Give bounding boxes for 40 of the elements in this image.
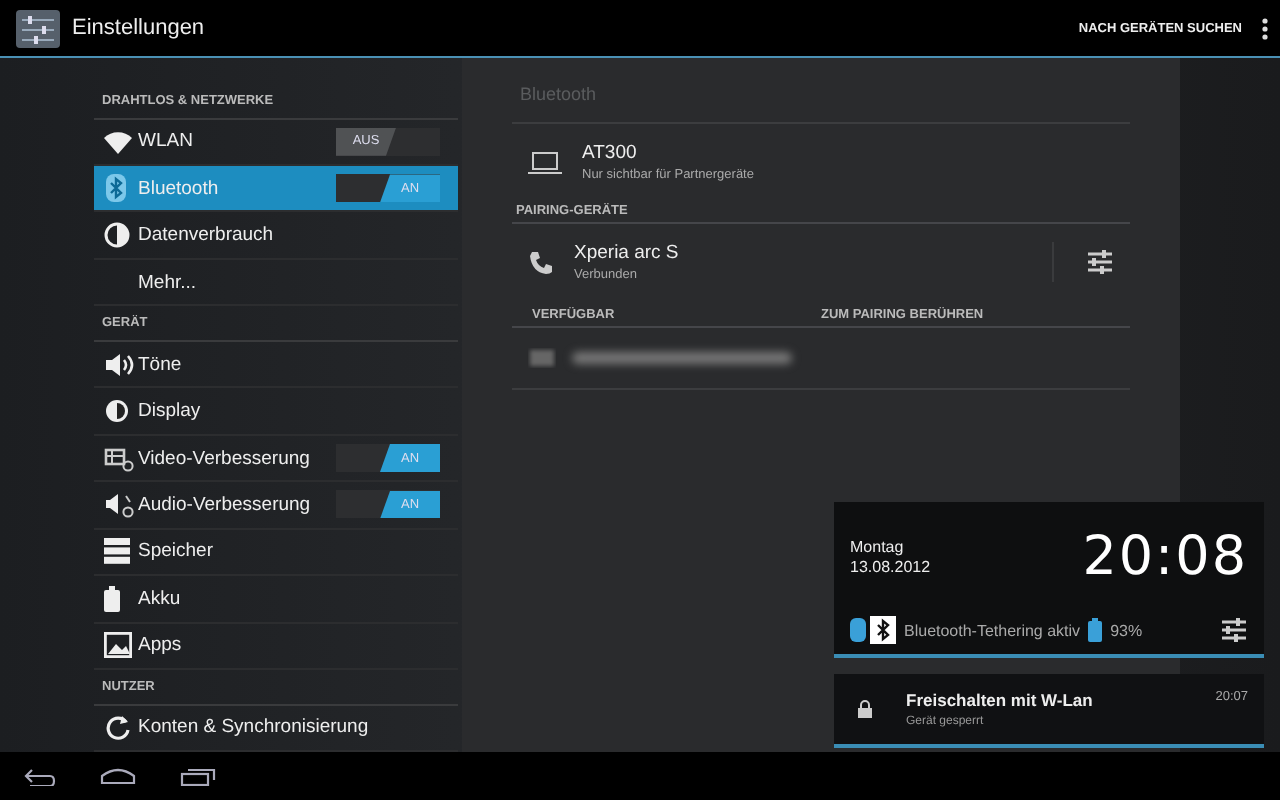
- status-text: Bluetooth-Tethering aktiv: [904, 621, 1081, 639]
- speaker-settings-icon: [104, 491, 134, 518]
- blurred-device-icon: [528, 348, 556, 368]
- picture-icon: [104, 632, 132, 659]
- home-icon[interactable]: [100, 768, 136, 784]
- notification-title: Freischalten mit W-Lan: [906, 690, 1095, 710]
- storage-icon: [104, 538, 130, 565]
- pie-chart-icon: [104, 222, 130, 249]
- settings-item[interactable]: Display: [94, 388, 458, 436]
- phone-icon: [528, 249, 554, 275]
- clock-time: 20:08: [1082, 526, 1248, 588]
- app-title: Einstellungen: [72, 16, 207, 40]
- settings-item[interactable]: Apps: [94, 623, 458, 670]
- wifi-icon: [104, 129, 132, 154]
- settings-item[interactable]: Speicher: [94, 529, 458, 577]
- brightness-icon: [104, 398, 130, 425]
- battery-level: 93%: [1110, 621, 1143, 639]
- laptop-icon: [528, 151, 562, 173]
- bluetooth-tethering-icon: [850, 616, 896, 644]
- sync-icon: [104, 714, 130, 741]
- settings-item[interactable]: Töne: [94, 341, 458, 389]
- battery-icon: [104, 585, 120, 612]
- settings-icon[interactable]: [1086, 248, 1114, 276]
- settings-item[interactable]: Mehr...: [94, 259, 458, 307]
- device-name: AT300: [582, 142, 639, 164]
- settings-item[interactable]: Datenverbrauch: [94, 212, 458, 260]
- settings-icon[interactable]: [1220, 616, 1248, 644]
- overflow-menu-icon[interactable]: [1262, 17, 1268, 39]
- device-name: Xperia arc S: [574, 242, 681, 264]
- day-label: Montag: [850, 537, 906, 557]
- lock-icon: [858, 699, 872, 717]
- back-icon[interactable]: [24, 767, 56, 785]
- film-settings-icon: [104, 445, 134, 472]
- settings-item[interactable]: Akku: [94, 576, 458, 624]
- battery-icon: [1088, 618, 1103, 642]
- recent-apps-icon[interactable]: [180, 767, 216, 785]
- bluetooth-icon: [104, 174, 128, 203]
- date-label: 13.08.2012: [850, 557, 931, 577]
- settings-app-icon[interactable]: [16, 9, 60, 47]
- speaker-icon: [104, 351, 134, 378]
